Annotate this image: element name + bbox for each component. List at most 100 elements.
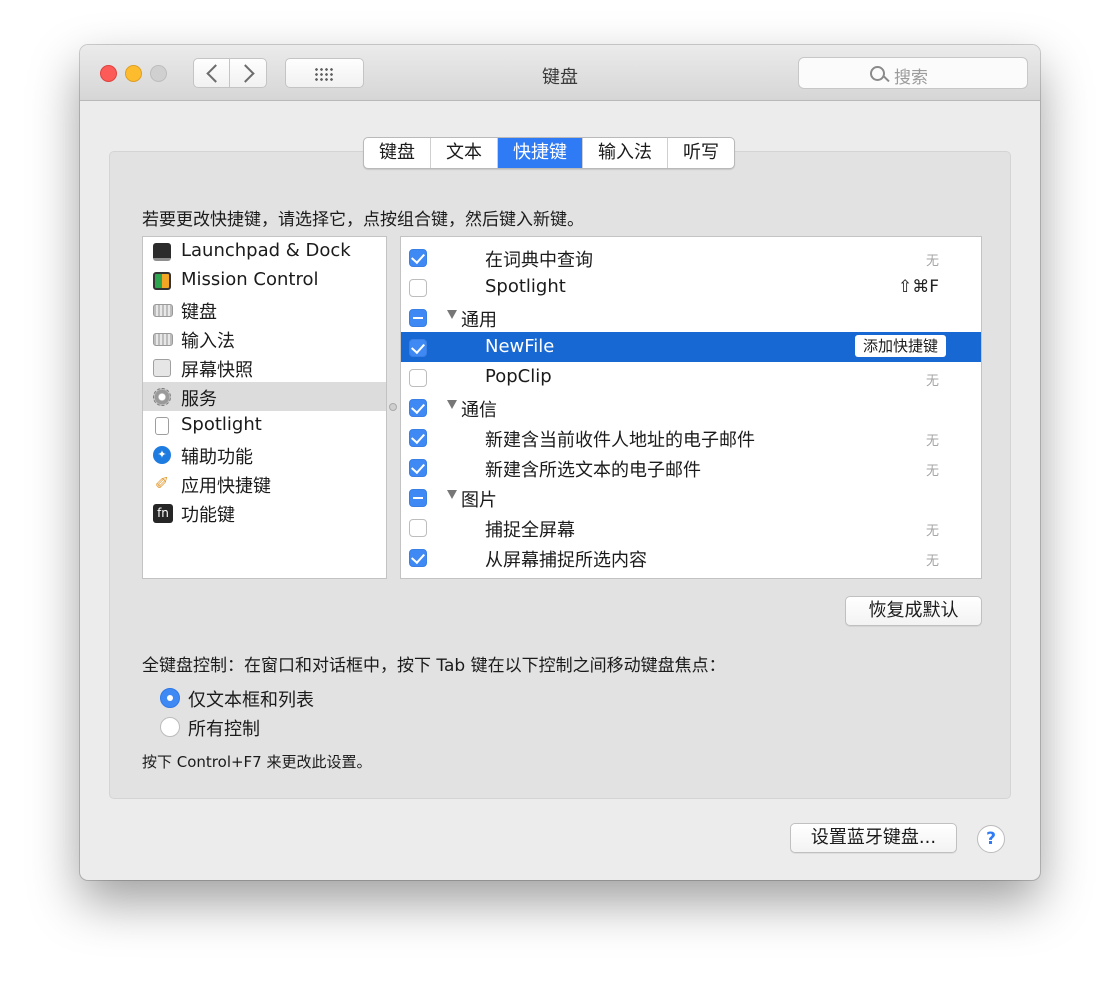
shortcut-row[interactable]: 从屏幕捕捉所选内容 无 <box>401 542 981 572</box>
shortcut-row-selected[interactable]: NewFile 添加快捷键 <box>401 332 981 362</box>
category-list[interactable]: Launchpad & Dock Mission Control 键盘 输入法 … <box>142 236 387 579</box>
category-label: 输入法 <box>181 331 235 352</box>
mixed-state-icon <box>413 497 423 499</box>
radio-text-boxes-and-lists[interactable] <box>160 688 180 708</box>
radio-label[interactable]: 所有控制 <box>188 715 260 741</box>
shortcut-row[interactable]: 新建含当前收件人地址的电子邮件 无 <box>401 422 981 452</box>
category-spotlight[interactable]: Spotlight <box>143 411 386 440</box>
radio-label[interactable]: 仅文本框和列表 <box>188 686 314 712</box>
tab-keyboard[interactable]: 键盘 <box>364 138 430 168</box>
checkbox[interactable] <box>409 459 427 477</box>
checkbox[interactable] <box>409 309 427 327</box>
group-label: 图片 <box>461 490 497 511</box>
mixed-state-icon <box>413 317 423 319</box>
tab-shortcuts[interactable]: 快捷键 <box>497 138 582 168</box>
category-label: Spotlight <box>181 414 262 435</box>
restore-defaults-button[interactable]: 恢复成默认 <box>845 596 982 626</box>
shortcut-list[interactable]: 在词典中查询 无 Spotlight ⇧⌘F 通用 NewFile 添加快捷键 … <box>400 236 982 579</box>
shortcut-row[interactable]: 在词典中查询 无 <box>401 242 981 272</box>
category-input-sources[interactable]: 输入法 <box>143 324 386 353</box>
app-shortcuts-icon: ✐ <box>154 474 170 494</box>
checkbox[interactable] <box>409 549 427 567</box>
services-gear-icon <box>153 388 171 406</box>
category-accessibility[interactable]: ✦ 辅助功能 <box>143 440 386 469</box>
checkbox[interactable] <box>409 279 427 297</box>
category-app-shortcuts[interactable]: ✐ 应用快捷键 <box>143 469 386 498</box>
category-label: Mission Control <box>181 269 319 290</box>
radio-dot <box>167 695 173 701</box>
shortcut-label: Spotlight <box>485 276 566 297</box>
checkmark-icon <box>411 459 425 475</box>
shortcut-value[interactable]: 无 <box>926 520 939 539</box>
shortcut-value[interactable]: 无 <box>926 370 939 389</box>
shortcut-label: 在词典中查询 <box>485 250 593 271</box>
checkbox[interactable] <box>409 339 427 357</box>
tab-input-sources[interactable]: 输入法 <box>582 138 667 168</box>
shortcut-group-row[interactable]: 通信 <box>401 392 981 422</box>
setup-bluetooth-keyboard-button[interactable]: 设置蓝牙键盘... <box>790 823 957 853</box>
radio-all-controls[interactable] <box>160 717 180 737</box>
shortcut-row[interactable]: PopClip 无 <box>401 362 981 392</box>
checkmark-icon <box>411 399 425 415</box>
shortcut-label: 捕捉全屏幕 <box>485 520 575 541</box>
category-label: 应用快捷键 <box>181 476 271 497</box>
disclosure-triangle-icon[interactable] <box>447 400 457 409</box>
shortcut-row[interactable]: 捕捉全屏幕 无 <box>401 512 981 542</box>
search-icon-handle <box>883 75 890 83</box>
category-label: 屏幕快照 <box>181 360 253 381</box>
category-label: 功能键 <box>181 505 235 526</box>
add-shortcut-button[interactable]: 添加快捷键 <box>854 335 946 357</box>
function-keys-icon: fn <box>153 504 173 523</box>
search-icon <box>870 66 885 81</box>
category-keyboard[interactable]: 键盘 <box>143 295 386 324</box>
full-keyboard-access-label: 全键盘控制：在窗口和对话框中，按下 Tab 键在以下控制之间移动键盘焦点： <box>142 656 726 676</box>
category-services[interactable]: 服务 <box>143 382 386 411</box>
shortcut-value[interactable]: 无 <box>926 550 939 569</box>
checkbox[interactable] <box>409 249 427 267</box>
checkmark-icon <box>411 429 425 445</box>
checkbox[interactable] <box>409 399 427 417</box>
search-field[interactable]: 搜索 <box>798 57 1028 89</box>
launchpad-dock-icon <box>153 243 171 261</box>
shortcut-label: 新建含所选文本的电子邮件 <box>485 460 701 481</box>
category-screenshots[interactable]: 屏幕快照 <box>143 353 386 382</box>
input-method-icon <box>153 333 173 346</box>
category-function-keys[interactable]: fn 功能键 <box>143 498 386 527</box>
shortcut-row[interactable]: 新建含所选文本的电子邮件 无 <box>401 452 981 482</box>
shortcut-group-row[interactable]: 通用 <box>401 302 981 332</box>
category-label: Launchpad & Dock <box>181 240 351 261</box>
checkbox[interactable] <box>409 489 427 507</box>
keyboard-preferences-window: 键盘 搜索 键盘 文本 快捷键 输入法 听写 若要更改快捷键，请选择它，点按组合… <box>80 45 1040 880</box>
disclosure-triangle-icon[interactable] <box>447 310 457 319</box>
tab-text[interactable]: 文本 <box>430 138 497 168</box>
fn-icon-text: fn <box>157 506 169 520</box>
search-placeholder: 搜索 <box>894 68 928 88</box>
checkmark-icon <box>411 339 425 355</box>
keyboard-control-note: 按下 Control+F7 来更改此设置。 <box>142 753 372 771</box>
tab-bar: 键盘 文本 快捷键 输入法 听写 <box>363 137 735 169</box>
shortcut-label: PopClip <box>485 366 552 387</box>
shortcut-value[interactable]: 无 <box>926 250 939 269</box>
checkbox[interactable] <box>409 369 427 387</box>
category-launchpad-dock[interactable]: Launchpad & Dock <box>143 237 386 266</box>
mission-control-icon <box>153 272 171 290</box>
split-view-handle[interactable] <box>389 403 397 411</box>
category-mission-control[interactable]: Mission Control <box>143 266 386 295</box>
shortcut-group-row[interactable]: 图片 <box>401 482 981 512</box>
category-label: 服务 <box>181 389 217 410</box>
shortcut-value[interactable]: 无 <box>926 460 939 479</box>
screenshot-icon <box>153 359 171 377</box>
shortcut-row[interactable]: Spotlight ⇧⌘F <box>401 272 981 302</box>
accessibility-icon: ✦ <box>153 446 171 464</box>
disclosure-triangle-icon[interactable] <box>447 490 457 499</box>
shortcut-label: NewFile <box>485 336 555 357</box>
checkbox[interactable] <box>409 429 427 447</box>
keyboard-icon <box>153 304 173 317</box>
checkbox[interactable] <box>409 519 427 537</box>
help-button[interactable]: ? <box>977 825 1005 853</box>
shortcut-value[interactable]: ⇧⌘F <box>898 277 939 297</box>
shortcut-label: 新建含当前收件人地址的电子邮件 <box>485 430 755 451</box>
shortcut-label: 从屏幕捕捉所选内容 <box>485 550 647 571</box>
shortcut-value[interactable]: 无 <box>926 430 939 449</box>
tab-dictation[interactable]: 听写 <box>667 138 734 168</box>
